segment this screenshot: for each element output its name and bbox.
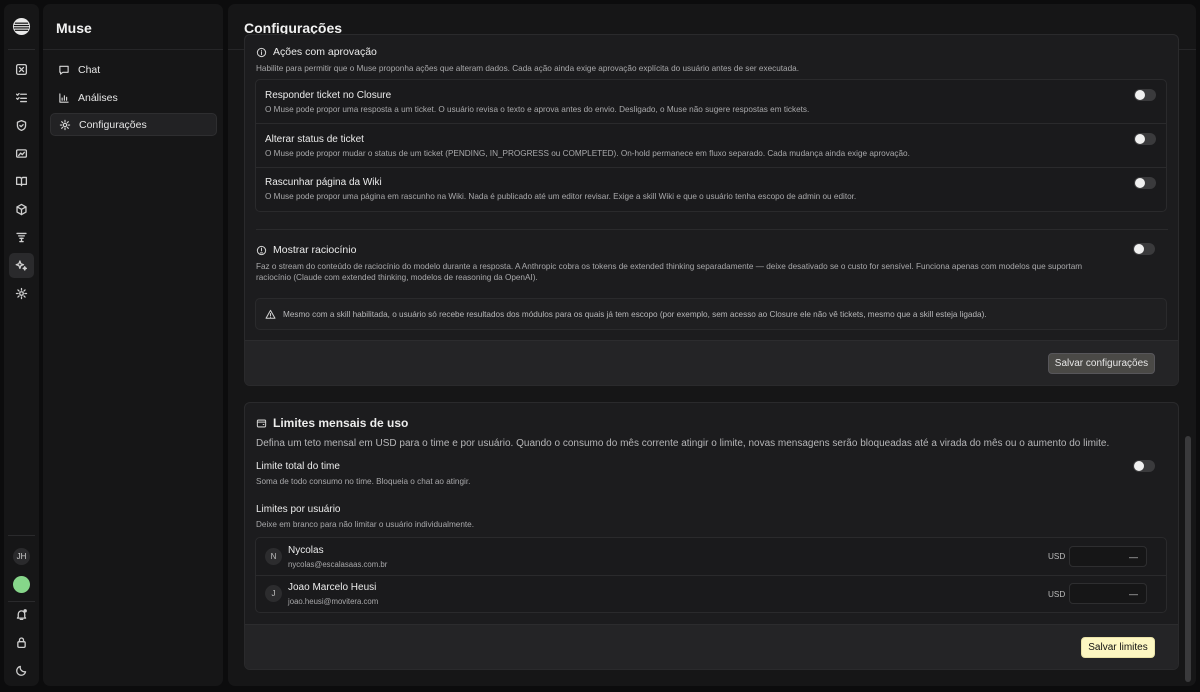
section-divider [256, 229, 1168, 230]
reasoning-heading-row: Mostrar raciocínio [256, 244, 356, 256]
filter-icon [16, 232, 27, 243]
per-user-description: Deixe em branco para não limitar o usuár… [256, 520, 474, 529]
notification-icon [16, 609, 27, 621]
scope-notice: Mesmo com a skill habilitada, o usuário … [255, 298, 1167, 330]
card-footer: Salvar configurações [245, 340, 1178, 385]
toggle-alterar-status[interactable] [1134, 133, 1156, 145]
action-title: Responder ticket no Closure [265, 90, 392, 101]
user-limit-input[interactable] [1069, 546, 1147, 567]
team-limit-title: Limite total do time [256, 461, 340, 472]
assistant-settings-card: Ações com aprovação Habilite para permit… [244, 34, 1179, 386]
rail-muse-button[interactable] [9, 253, 34, 278]
book-icon [15, 176, 28, 187]
actions-heading-row: Ações com aprovação [256, 46, 377, 58]
scrollbar-thumb[interactable] [1185, 436, 1191, 682]
limits-description: Defina um teto mensal em USD para o time… [256, 438, 1110, 449]
chat-icon [59, 65, 69, 75]
sidebar-item-label: Chat [78, 63, 101, 76]
actions-list: Responder ticket no Closure O Muse pode … [255, 79, 1167, 212]
action-description: O Muse pode propor mudar o status de um … [265, 149, 910, 158]
sidebar-title: Muse [56, 20, 92, 36]
user-limits-list: N Nycolas nycolas@escalasaas.com.br USD … [255, 537, 1167, 613]
sidebar-item-configuracoes[interactable]: Configurações [50, 113, 217, 136]
gear-icon [15, 287, 28, 300]
sidebar-item-label: Configurações [79, 118, 147, 131]
icon-rail: JH [4, 4, 39, 686]
actions-description: Habilite para permitir que o Muse propon… [256, 64, 799, 73]
card-footer: Salvar limites [245, 624, 1178, 669]
currency-label: USD [1048, 552, 1066, 561]
rail-security-button[interactable] [9, 113, 34, 138]
team-limit-description: Soma de todo consumo no time. Bloqueia o… [256, 477, 471, 486]
user-avatar: J [265, 585, 282, 602]
rail-filter-button[interactable] [9, 225, 34, 250]
shield-icon [16, 119, 27, 132]
user-avatar[interactable]: JH [13, 548, 30, 565]
rail-lock-button[interactable] [9, 630, 34, 655]
action-title: Alterar status de ticket [265, 134, 364, 145]
rail-divider [8, 49, 35, 50]
toggle-mostrar-raciocinio[interactable] [1133, 243, 1155, 255]
gear-icon [59, 119, 71, 130]
toggle-responder-ticket[interactable] [1134, 89, 1156, 101]
user-email: joao.heusi@movitera.com [288, 597, 379, 606]
warning-icon [265, 309, 276, 319]
save-settings-button[interactable]: Salvar configurações [1048, 353, 1155, 374]
user-name: Nycolas [288, 545, 324, 556]
action-title: Rascunhar página da Wiki [265, 177, 382, 188]
rail-wiki-button[interactable] [9, 169, 34, 194]
sparkles-icon [15, 260, 28, 271]
user-name: Joao Marcelo Heusi [288, 582, 377, 593]
toggle-rascunhar-wiki[interactable] [1134, 177, 1156, 189]
sidebar: Muse Chat Análises Configurações [43, 4, 223, 686]
rail-theme-button[interactable] [9, 658, 34, 683]
row-divider [256, 167, 1166, 168]
rail-tickets-button[interactable] [9, 57, 34, 82]
row-divider [256, 575, 1166, 576]
user-email: nycolas@escalasaas.com.br [288, 560, 388, 569]
usage-limits-card: Limites mensais de uso Defina um teto me… [244, 402, 1179, 670]
reasoning-heading: Mostrar raciocínio [273, 244, 357, 256]
save-limits-button[interactable]: Salvar limites [1081, 637, 1155, 658]
sidebar-item-label: Análises [78, 91, 118, 104]
scope-notice-text: Mesmo com a skill habilitada, o usuário … [283, 309, 987, 319]
close-square-icon [15, 63, 28, 76]
rail-settings-button[interactable] [9, 281, 34, 306]
toggle-team-limit[interactable] [1133, 460, 1155, 472]
cube-icon [16, 203, 27, 216]
sidebar-divider [43, 49, 223, 50]
main-panel: Configurações Ações com aprovação Habili… [228, 4, 1196, 686]
logo-icon[interactable] [12, 17, 31, 36]
per-user-title: Limites por usuário [256, 504, 341, 515]
rail-tasks-button[interactable] [9, 85, 34, 110]
lock-icon [17, 637, 26, 649]
lightbulb-icon [256, 245, 267, 255]
row-divider [256, 123, 1166, 124]
card-icon [15, 149, 28, 158]
wallet-icon [256, 419, 267, 427]
user-limit-input[interactable] [1069, 583, 1147, 604]
chart-icon [59, 92, 69, 103]
status-indicator[interactable] [13, 576, 30, 593]
reasoning-description-line1: Faz o stream do conteúdo de raciocínio d… [256, 262, 1083, 271]
info-icon [256, 47, 267, 57]
actions-heading: Ações com aprovação [273, 46, 377, 58]
action-description: O Muse pode propor uma resposta a um tic… [265, 105, 810, 114]
limits-heading: Limites mensais de uso [273, 416, 409, 430]
user-avatar: N [265, 548, 282, 565]
action-description: O Muse pode propor uma página em rascunh… [265, 192, 857, 201]
sidebar-item-analises[interactable]: Análises [50, 86, 217, 109]
rail-modules-button[interactable] [9, 197, 34, 222]
reasoning-description-line2: raciocínio (Claude com extended thinking… [256, 273, 538, 282]
moon-icon [16, 665, 27, 676]
currency-label: USD [1048, 590, 1066, 599]
rail-notifications-button[interactable] [9, 602, 34, 627]
rail-billing-button[interactable] [9, 141, 34, 166]
list-check-icon [15, 92, 28, 103]
limits-heading-row: Limites mensais de uso [256, 416, 408, 430]
rail-divider [8, 535, 35, 536]
sidebar-item-chat[interactable]: Chat [50, 58, 217, 81]
